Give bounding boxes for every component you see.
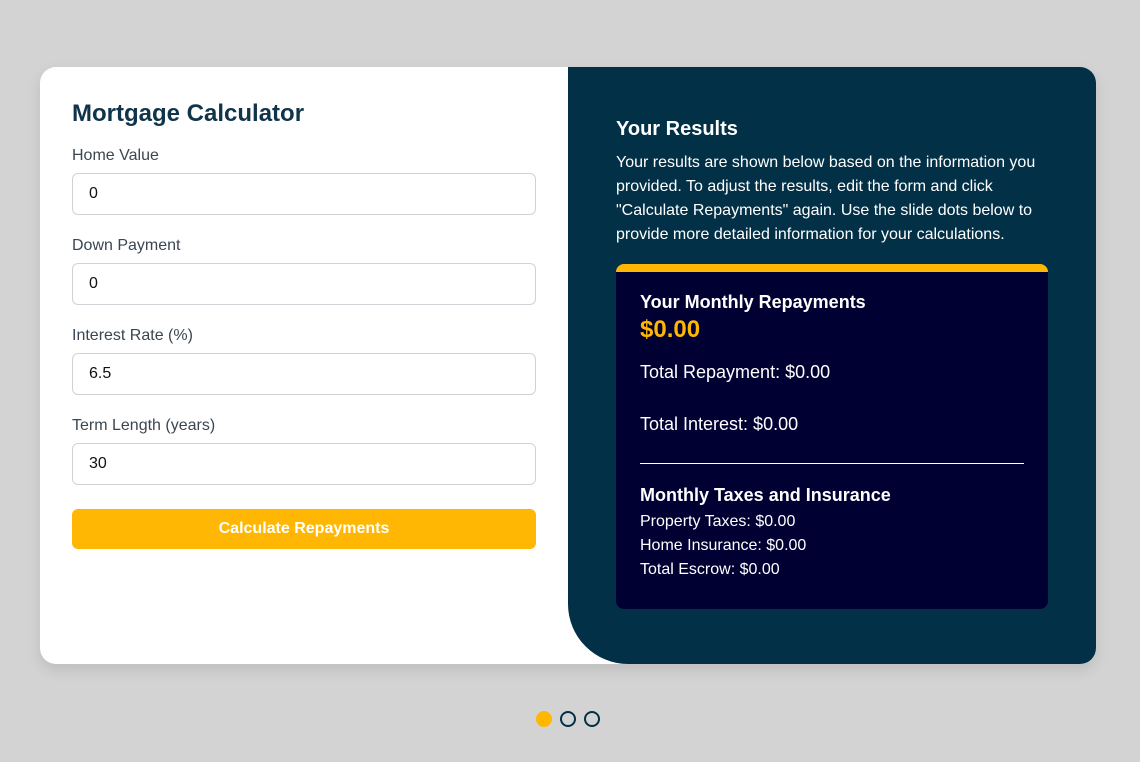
total-escrow: Total Escrow: $0.00 bbox=[640, 561, 780, 578]
results-box: Your Monthly Repayments $0.00 Total Repa… bbox=[616, 264, 1048, 609]
calculator-card: Mortgage Calculator Home Value Down Paym… bbox=[40, 67, 1096, 664]
property-taxes: Property Taxes: $0.00 bbox=[640, 513, 796, 530]
taxes-insurance-title: Monthly Taxes and Insurance bbox=[640, 485, 891, 505]
term-length-field-group: Term Length (years) bbox=[72, 417, 536, 485]
results-panel: Your Results Your results are shown belo… bbox=[568, 67, 1096, 664]
slide-dot-2[interactable] bbox=[560, 711, 576, 727]
term-length-input[interactable] bbox=[72, 443, 536, 485]
page-title: Mortgage Calculator bbox=[72, 100, 305, 127]
monthly-repayments-label: Your Monthly Repayments bbox=[640, 292, 866, 312]
home-value-input[interactable] bbox=[72, 173, 536, 215]
interest-rate-field-group: Interest Rate (%) bbox=[72, 327, 536, 395]
slide-dots bbox=[536, 711, 600, 727]
form-panel: Mortgage Calculator Home Value Down Paym… bbox=[40, 67, 568, 664]
term-length-label: Term Length (years) bbox=[72, 417, 216, 434]
down-payment-label: Down Payment bbox=[72, 237, 181, 254]
interest-rate-input[interactable] bbox=[72, 353, 536, 395]
slide-dot-3[interactable] bbox=[584, 711, 600, 727]
calculate-repayments-button[interactable]: Calculate Repayments bbox=[72, 509, 536, 549]
home-value-field-group: Home Value bbox=[72, 147, 536, 215]
total-interest: Total Interest: $0.00 bbox=[640, 414, 799, 434]
results-description: Your results are shown below based on th… bbox=[616, 154, 1036, 243]
home-insurance: Home Insurance: $0.00 bbox=[640, 537, 807, 554]
home-value-label: Home Value bbox=[72, 147, 159, 164]
interest-rate-label: Interest Rate (%) bbox=[72, 327, 193, 344]
results-divider bbox=[640, 463, 1024, 464]
results-title: Your Results bbox=[616, 118, 738, 140]
slide-dot-1[interactable] bbox=[536, 711, 552, 727]
down-payment-input[interactable] bbox=[72, 263, 536, 305]
monthly-repayments-value: $0.00 bbox=[640, 316, 701, 343]
down-payment-field-group: Down Payment bbox=[72, 237, 536, 305]
total-repayment: Total Repayment: $0.00 bbox=[640, 362, 831, 382]
